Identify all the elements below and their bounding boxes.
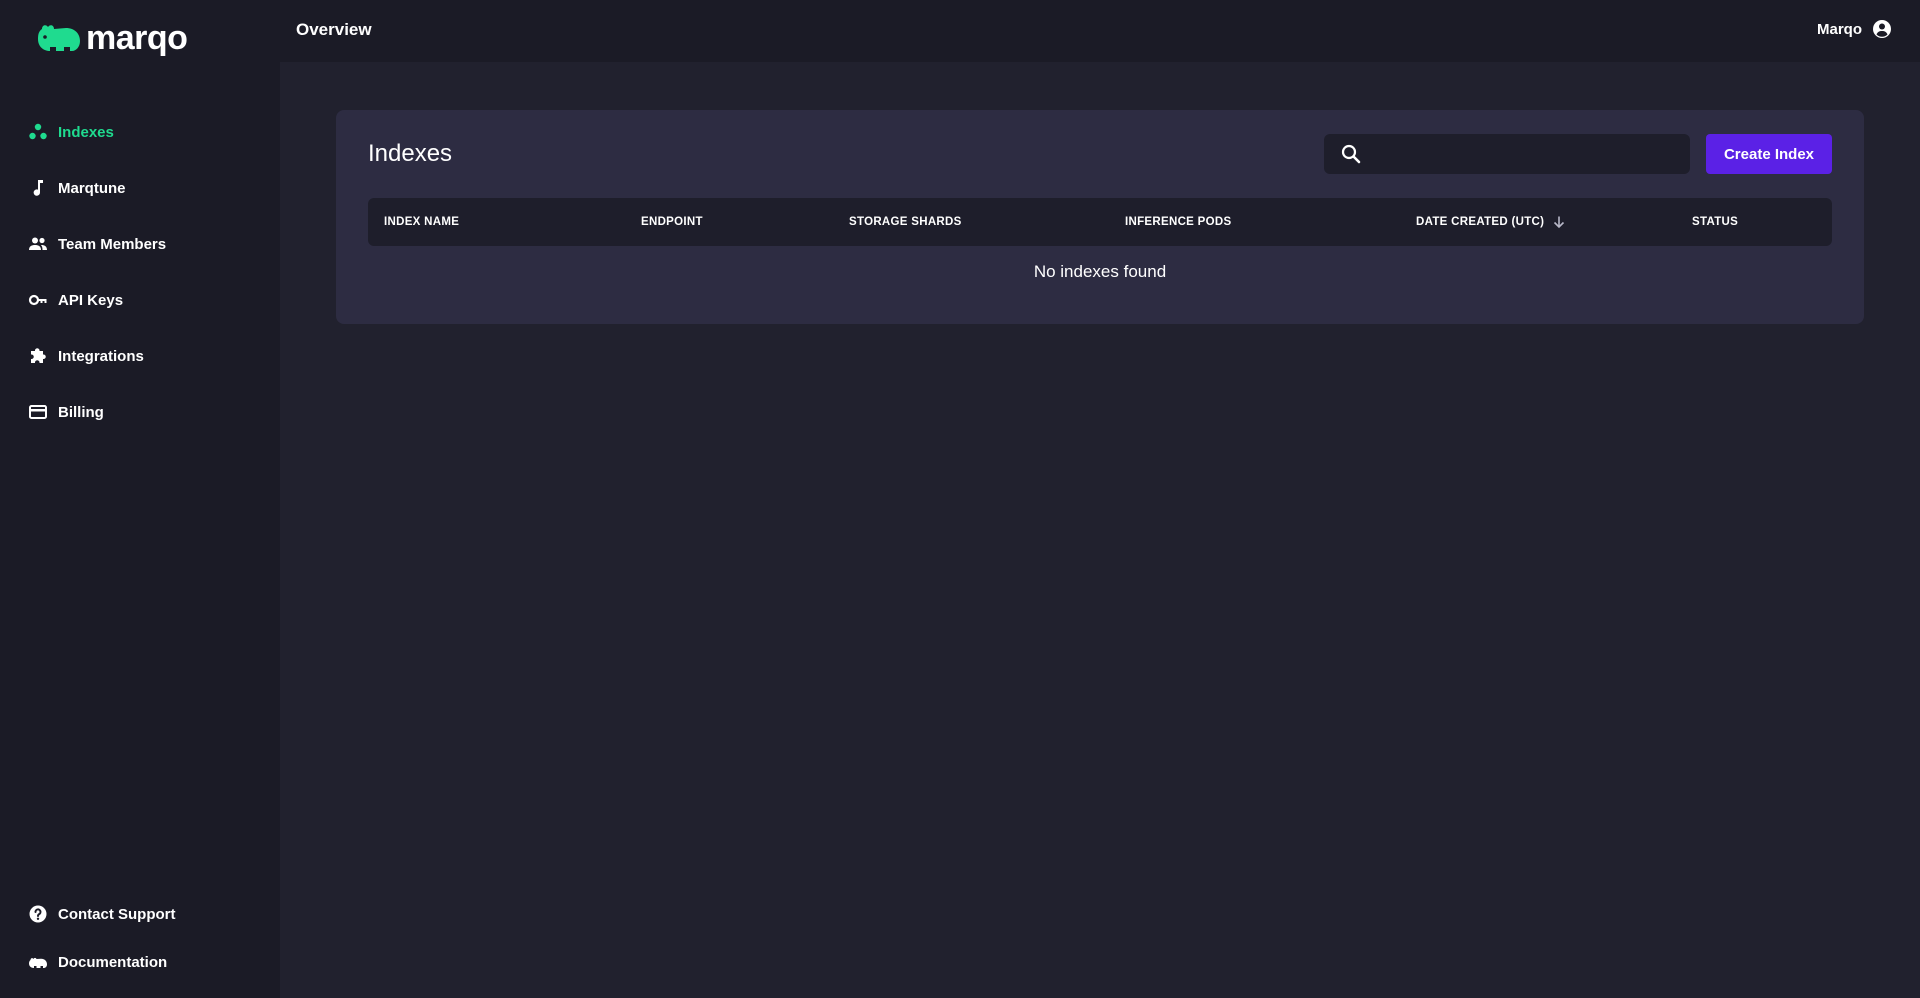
indexes-icon [29,123,47,140]
sort-arrow-down-icon [1554,216,1565,229]
column-index-name[interactable]: INDEX NAME [384,198,459,246]
sidebar-bottom-nav: Contact Support Documentation [28,890,268,986]
help-icon [29,905,47,923]
create-index-button[interactable]: Create Index [1706,134,1832,174]
search-icon [1341,144,1361,164]
empty-state-message: No indexes found [1033,262,1167,281]
sidebar-item-indexes[interactable]: Indexes [28,104,268,160]
contact-support-link[interactable]: Contact Support [28,890,268,938]
column-label: DATE CREATED (UTC) [1416,216,1545,228]
sidebar-nav: Indexes Marqtune Team Members API Keys I… [28,104,268,440]
column-label: INFERENCE PODS [1125,216,1232,228]
docs-icon [29,957,47,968]
user-menu[interactable]: Marqo [1817,19,1892,39]
documentation-label: Documentation [58,953,168,971]
sidebar-item-integrations[interactable]: Integrations [28,328,268,384]
sidebar: marqo Indexes Marqtune Team Members API … [0,0,280,998]
search-box[interactable] [1324,134,1690,174]
sidebar-item-label: Billing [58,403,104,421]
credit-card-icon [29,405,47,419]
column-status[interactable]: STATUS [1692,198,1738,246]
user-name: Marqo [1817,20,1862,38]
table-header: INDEX NAME ENDPOINT STORAGE SHARDS INFER… [368,198,1832,246]
sidebar-item-team-members[interactable]: Team Members [28,216,268,272]
column-label: STORAGE SHARDS [849,216,962,228]
column-label: ENDPOINT [641,216,703,228]
sidebar-item-label: API Keys [58,291,124,309]
column-label: INDEX NAME [384,216,460,228]
column-date-created[interactable]: DATE CREATED (UTC) [1416,198,1566,246]
account-circle-icon [1873,20,1891,38]
sidebar-item-api-keys[interactable]: API Keys [28,272,268,328]
logo-text: marqo [86,19,188,57]
music-note-icon [33,180,43,196]
sidebar-item-label: Integrations [58,347,144,365]
hippo-logo-icon [38,25,80,51]
column-label: STATUS [1692,216,1739,228]
indexes-heading: Indexes [368,140,453,167]
sidebar-item-marqtune[interactable]: Marqtune [28,160,268,216]
contact-support-label: Contact Support [58,905,176,923]
top-bar: Overview Marqo [280,0,1920,62]
search-input[interactable] [1362,134,1690,174]
logo[interactable]: marqo [36,18,188,58]
sidebar-item-label: Indexes [58,123,114,141]
documentation-link[interactable]: Documentation [28,938,268,986]
sidebar-item-billing[interactable]: Billing [28,384,268,440]
sidebar-item-label: Team Members [58,235,167,253]
column-storage-shards[interactable]: STORAGE SHARDS [849,198,962,246]
sidebar-item-label: Marqtune [58,179,126,197]
team-icon [29,237,47,250]
column-inference-pods[interactable]: INFERENCE PODS [1125,198,1231,246]
key-icon [28,294,47,306]
puzzle-icon [31,348,46,363]
column-endpoint[interactable]: ENDPOINT [641,198,703,246]
page-title: Overview [296,20,372,39]
indexes-card: Indexes Create Index INDEX NAME ENDPOINT… [336,110,1864,324]
